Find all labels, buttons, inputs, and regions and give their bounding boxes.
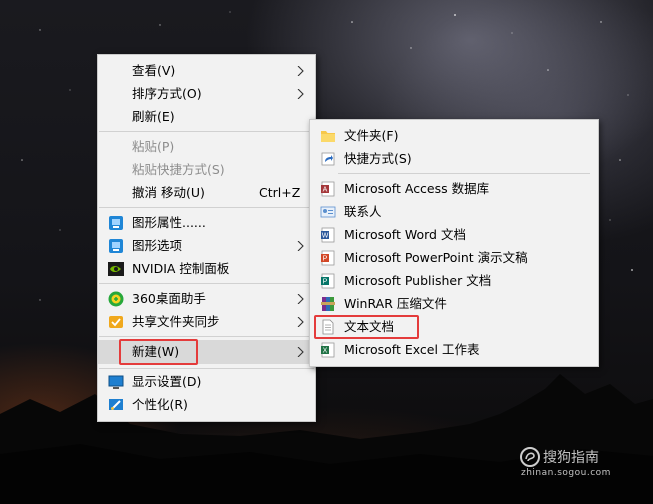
excel-icon: X (321, 342, 335, 358)
shared-folder-sync-icon (109, 316, 123, 328)
submenu-item-label: 文件夹(F) (344, 128, 399, 143)
submenu-item-label: WinRAR 压缩文件 (344, 296, 447, 311)
nvidia-icon (108, 262, 124, 276)
menu-separator (99, 131, 314, 132)
folder-icon (321, 131, 335, 142)
submenu-item-label: 快捷方式(S) (344, 151, 412, 166)
360-desktop-icon (108, 291, 124, 307)
menu-item-label: 图形属性...... (132, 215, 206, 230)
chevron-right-icon (297, 66, 304, 76)
submenu-item-winrar-archive[interactable]: WinRAR 压缩文件 (310, 293, 598, 315)
menu-item-shared-folder-sync[interactable]: 共享文件夹同步 (98, 311, 315, 333)
svg-text:A: A (323, 187, 328, 194)
display-settings-icon (108, 375, 124, 389)
sogou-logo-icon (520, 447, 540, 467)
chevron-right-icon (297, 317, 304, 327)
menu-item-label: NVIDIA 控制面板 (132, 261, 230, 276)
chevron-right-icon (297, 294, 304, 304)
menu-item-label: 粘贴(P) (132, 139, 175, 154)
publisher-icon: P (321, 273, 335, 289)
watermark-brand: 搜狗指南 (543, 450, 599, 466)
menu-item-label: 排序方式(O) (132, 86, 202, 101)
menu-item-label: 粘贴快捷方式(S) (132, 162, 225, 177)
menu-item-personalize[interactable]: 个性化(R) (98, 394, 315, 416)
submenu-item-label: Microsoft Publisher 文档 (344, 273, 492, 288)
menu-separator (99, 283, 314, 284)
annotation-highlight-box (314, 315, 419, 339)
watermark-url: zhinan.sogou.com (521, 468, 611, 478)
submenu-item-word-document[interactable]: W Microsoft Word 文档 (310, 224, 598, 246)
menu-item-paste[interactable]: 粘贴(P) (98, 136, 315, 158)
access-icon: A (321, 181, 335, 197)
sogou-watermark: 搜狗指南 zhinan.sogou.com (519, 446, 631, 482)
graphics-options-icon (109, 239, 123, 253)
submenu-item-label: Microsoft Access 数据库 (344, 181, 490, 196)
menu-item-nvidia-control-panel[interactable]: NVIDIA 控制面板 (98, 258, 315, 280)
graphics-properties-icon (109, 216, 123, 230)
menu-separator (99, 368, 314, 369)
menu-item-undo-move[interactable]: 撤消 移动(U) Ctrl+Z (98, 182, 315, 204)
shortcut-icon (321, 152, 335, 166)
submenu-item-publisher-document[interactable]: P Microsoft Publisher 文档 (310, 270, 598, 292)
winrar-icon (321, 297, 335, 311)
menu-item-view[interactable]: 查看(V) (98, 60, 315, 82)
menu-item-label: 查看(V) (132, 63, 176, 78)
menu-item-sort-by[interactable]: 排序方式(O) (98, 83, 315, 105)
menu-item-refresh[interactable]: 刷新(E) (98, 106, 315, 128)
chevron-right-icon (297, 347, 304, 357)
desktop-context-menu: 查看(V) 排序方式(O) 刷新(E) 粘贴(P) 粘贴快捷方式(S) 撤消 移… (97, 54, 316, 422)
chevron-right-icon (297, 241, 304, 251)
menu-item-display-settings[interactable]: 显示设置(D) (98, 371, 315, 393)
contact-icon (320, 206, 336, 218)
submenu-item-contact[interactable]: 联系人 (310, 201, 598, 223)
svg-text:P: P (323, 256, 328, 263)
submenu-item-powerpoint-presentation[interactable]: P Microsoft PowerPoint 演示文稿 (310, 247, 598, 269)
submenu-item-excel-worksheet[interactable]: X Microsoft Excel 工作表 (310, 339, 598, 361)
word-icon: W (321, 227, 335, 243)
menu-separator (338, 173, 590, 174)
menu-separator (99, 207, 314, 208)
svg-text:P: P (323, 279, 328, 286)
menu-item-label: 360桌面助手 (132, 291, 206, 306)
svg-text:W: W (322, 233, 329, 240)
menu-item-graphics-options[interactable]: 图形选项 (98, 235, 315, 257)
personalize-icon (109, 399, 123, 410)
submenu-item-label: Microsoft PowerPoint 演示文稿 (344, 250, 528, 265)
menu-item-label: 图形选项 (132, 238, 183, 253)
menu-item-graphics-properties[interactable]: 图形属性...... (98, 212, 315, 234)
submenu-item-label: Microsoft Word 文档 (344, 227, 466, 242)
menu-separator (99, 336, 314, 337)
new-submenu: 文件夹(F) 快捷方式(S) A Microsoft Access 数据库 联系… (309, 119, 599, 367)
menu-item-label: 刷新(E) (132, 109, 175, 124)
svg-text:X: X (323, 348, 328, 355)
menu-item-label: 撤消 移动(U) (132, 185, 205, 200)
menu-item-shortcut: Ctrl+Z (259, 185, 301, 200)
menu-item-label: 显示设置(D) (132, 374, 202, 389)
submenu-item-label: 联系人 (344, 204, 382, 219)
menu-item-label: 共享文件夹同步 (132, 314, 220, 329)
chevron-right-icon (297, 89, 304, 99)
submenu-item-shortcut[interactable]: 快捷方式(S) (310, 148, 598, 170)
menu-item-360-desktop-assistant[interactable]: 360桌面助手 (98, 288, 315, 310)
menu-item-label: 个性化(R) (132, 397, 188, 412)
submenu-item-folder[interactable]: 文件夹(F) (310, 125, 598, 147)
powerpoint-icon: P (321, 250, 335, 266)
submenu-item-label: Microsoft Excel 工作表 (344, 342, 480, 357)
menu-item-paste-shortcut[interactable]: 粘贴快捷方式(S) (98, 159, 315, 181)
submenu-item-access-database[interactable]: A Microsoft Access 数据库 (310, 178, 598, 200)
annotation-highlight-box (119, 339, 198, 365)
